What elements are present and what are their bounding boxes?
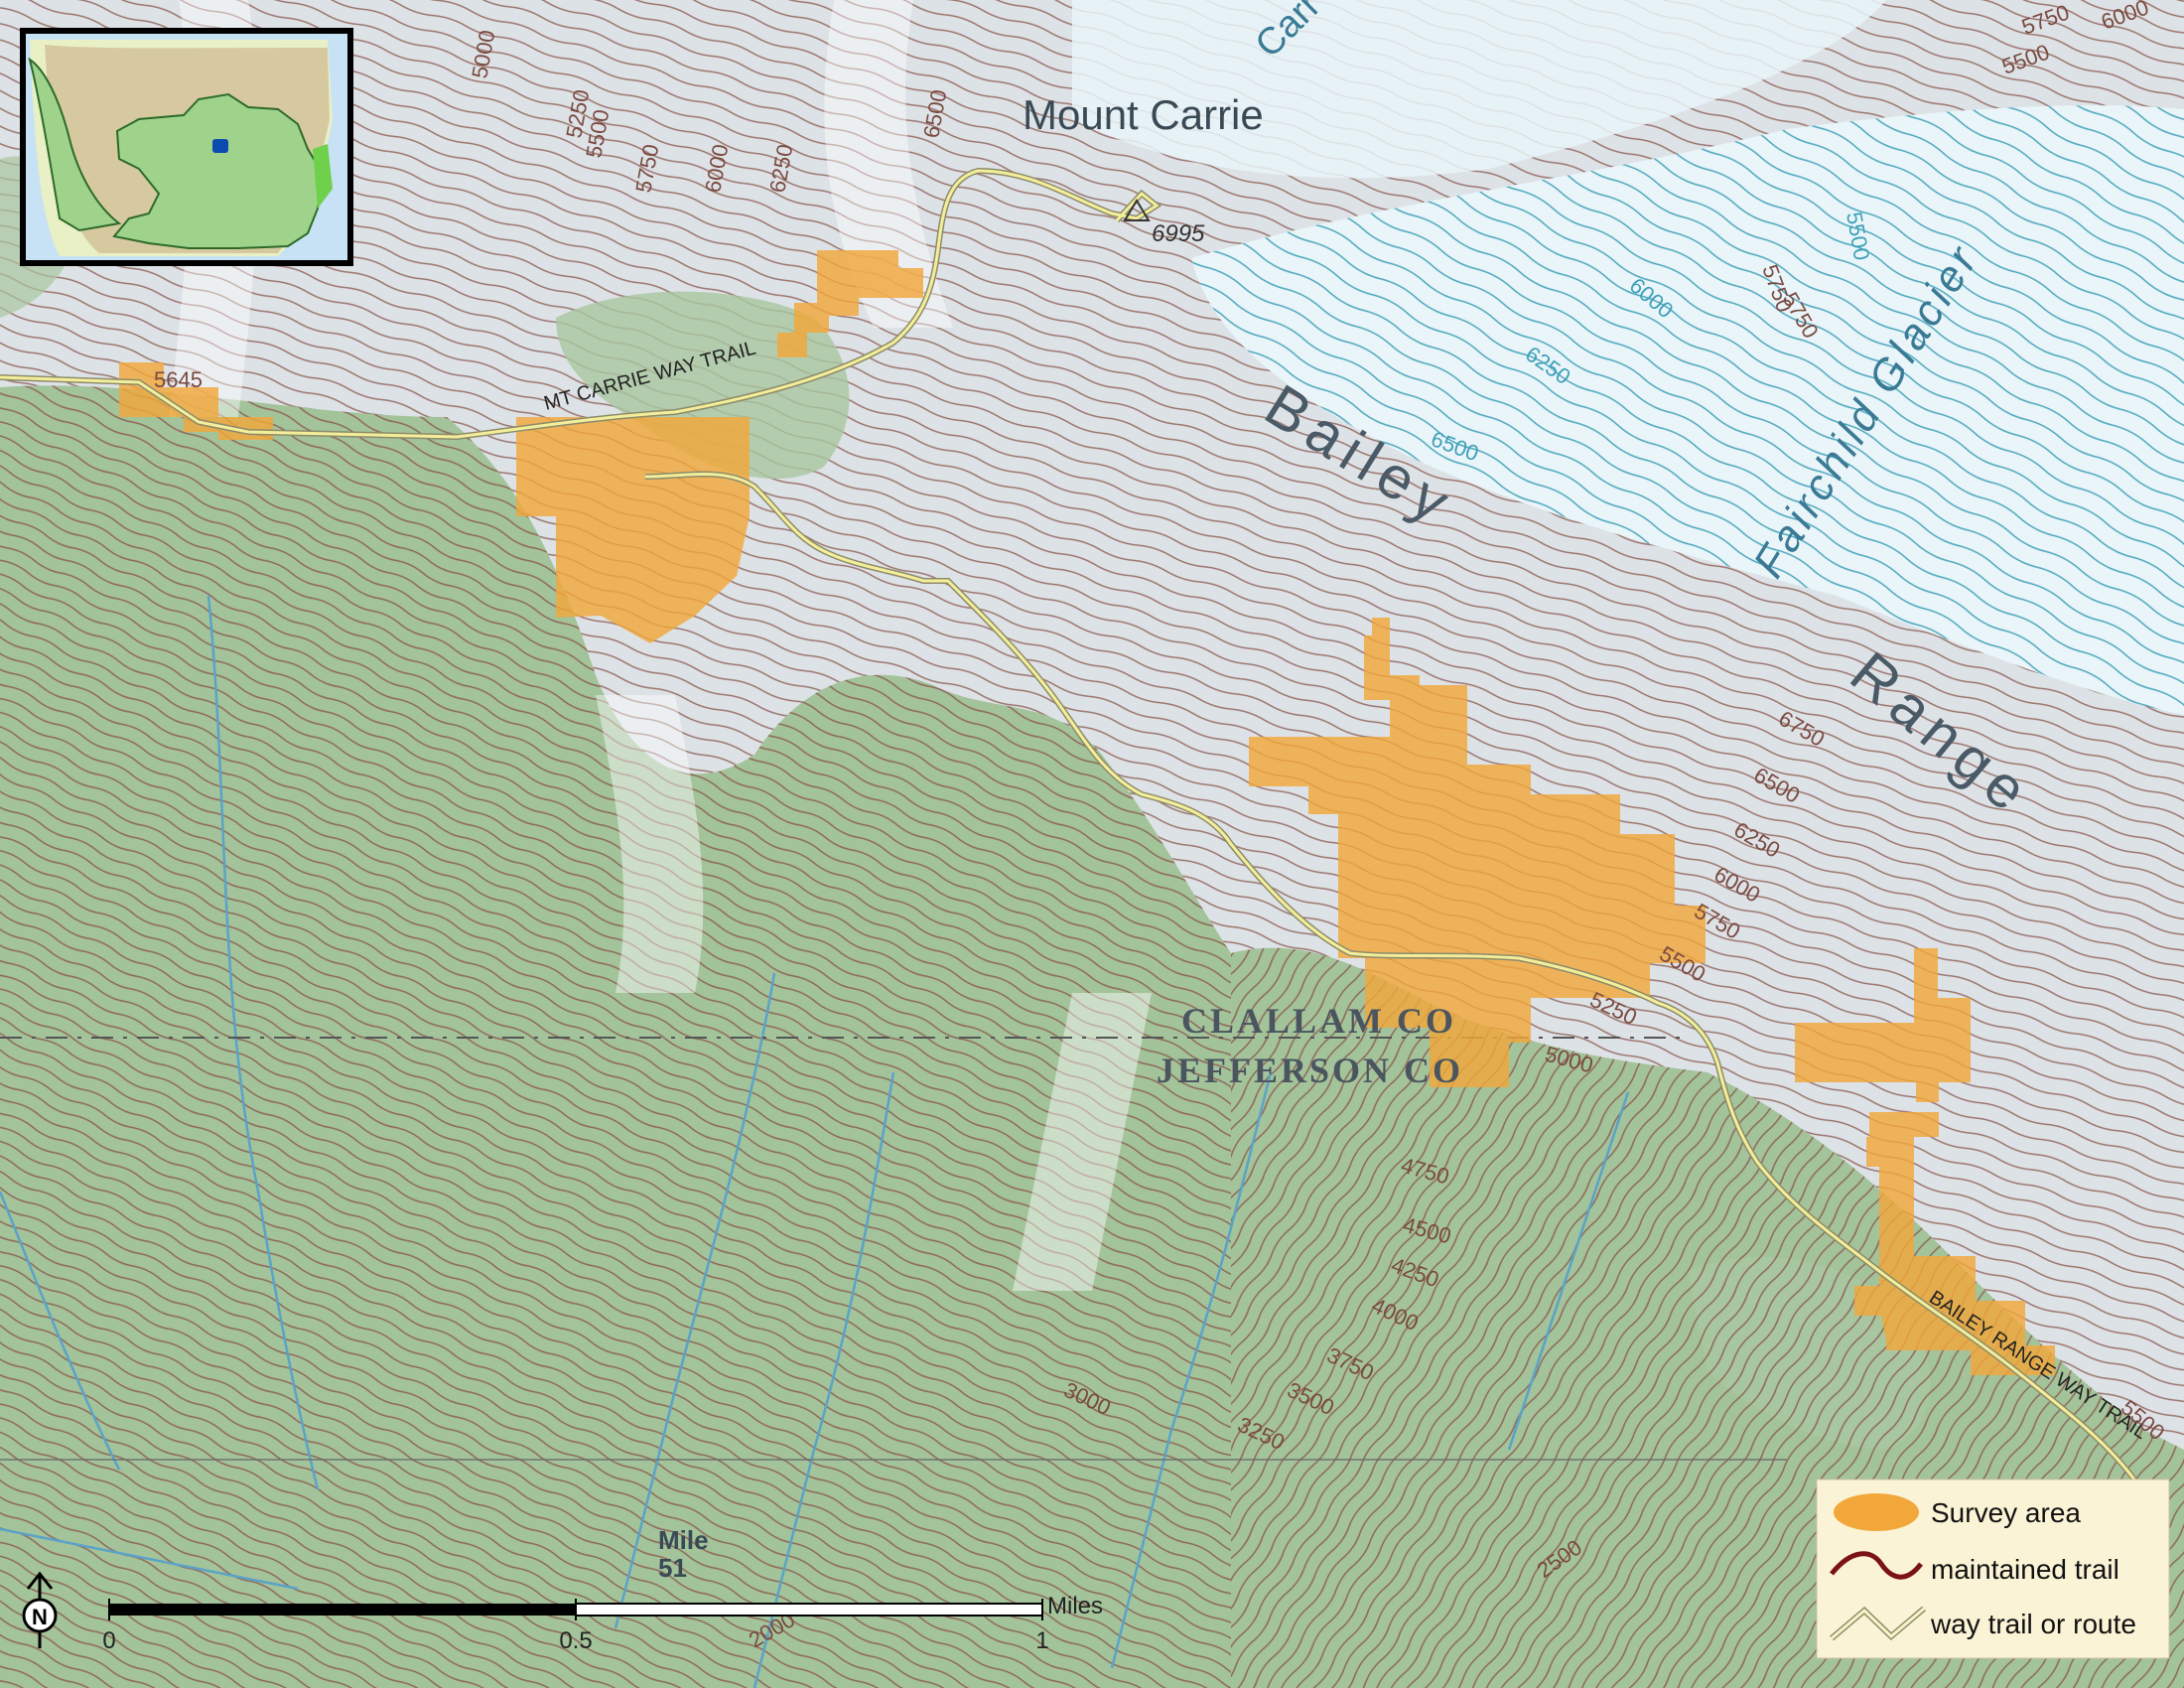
inset-location-marker	[212, 139, 228, 153]
topographic-map: Mount Carrie 6995 5645 Carr Bailey Range…	[0, 0, 2184, 1688]
legend-way-trail-label: way trail or route	[1930, 1609, 2136, 1639]
north-arrow-label: N	[32, 1605, 48, 1629]
scale-unit-label: Miles	[1047, 1593, 1103, 1619]
trailhead-elevation-label: 5645	[154, 367, 203, 392]
peak-elevation-label: 6995	[1152, 220, 1205, 247]
county-label-jefferson: JEFFERSON CO	[1157, 1051, 1463, 1090]
legend-survey-swatch	[1834, 1493, 1919, 1531]
mile-marker-number: 51	[658, 1553, 687, 1583]
county-label-clallam: CLALLAM CO	[1181, 1001, 1456, 1041]
scale-tick-half: 0.5	[559, 1627, 592, 1654]
legend-survey-label: Survey area	[1931, 1497, 2081, 1528]
peak-name-label: Mount Carrie	[1023, 91, 1264, 138]
scale-tick-1: 1	[1035, 1627, 1048, 1654]
legend-maintained-trail-label: maintained trail	[1931, 1554, 2119, 1585]
mile-marker-label: Mile	[658, 1525, 709, 1555]
scale-tick-0: 0	[102, 1627, 115, 1654]
inset-locator-map	[20, 28, 353, 266]
legend: Survey area maintained trail way trail o…	[1816, 1478, 2170, 1659]
